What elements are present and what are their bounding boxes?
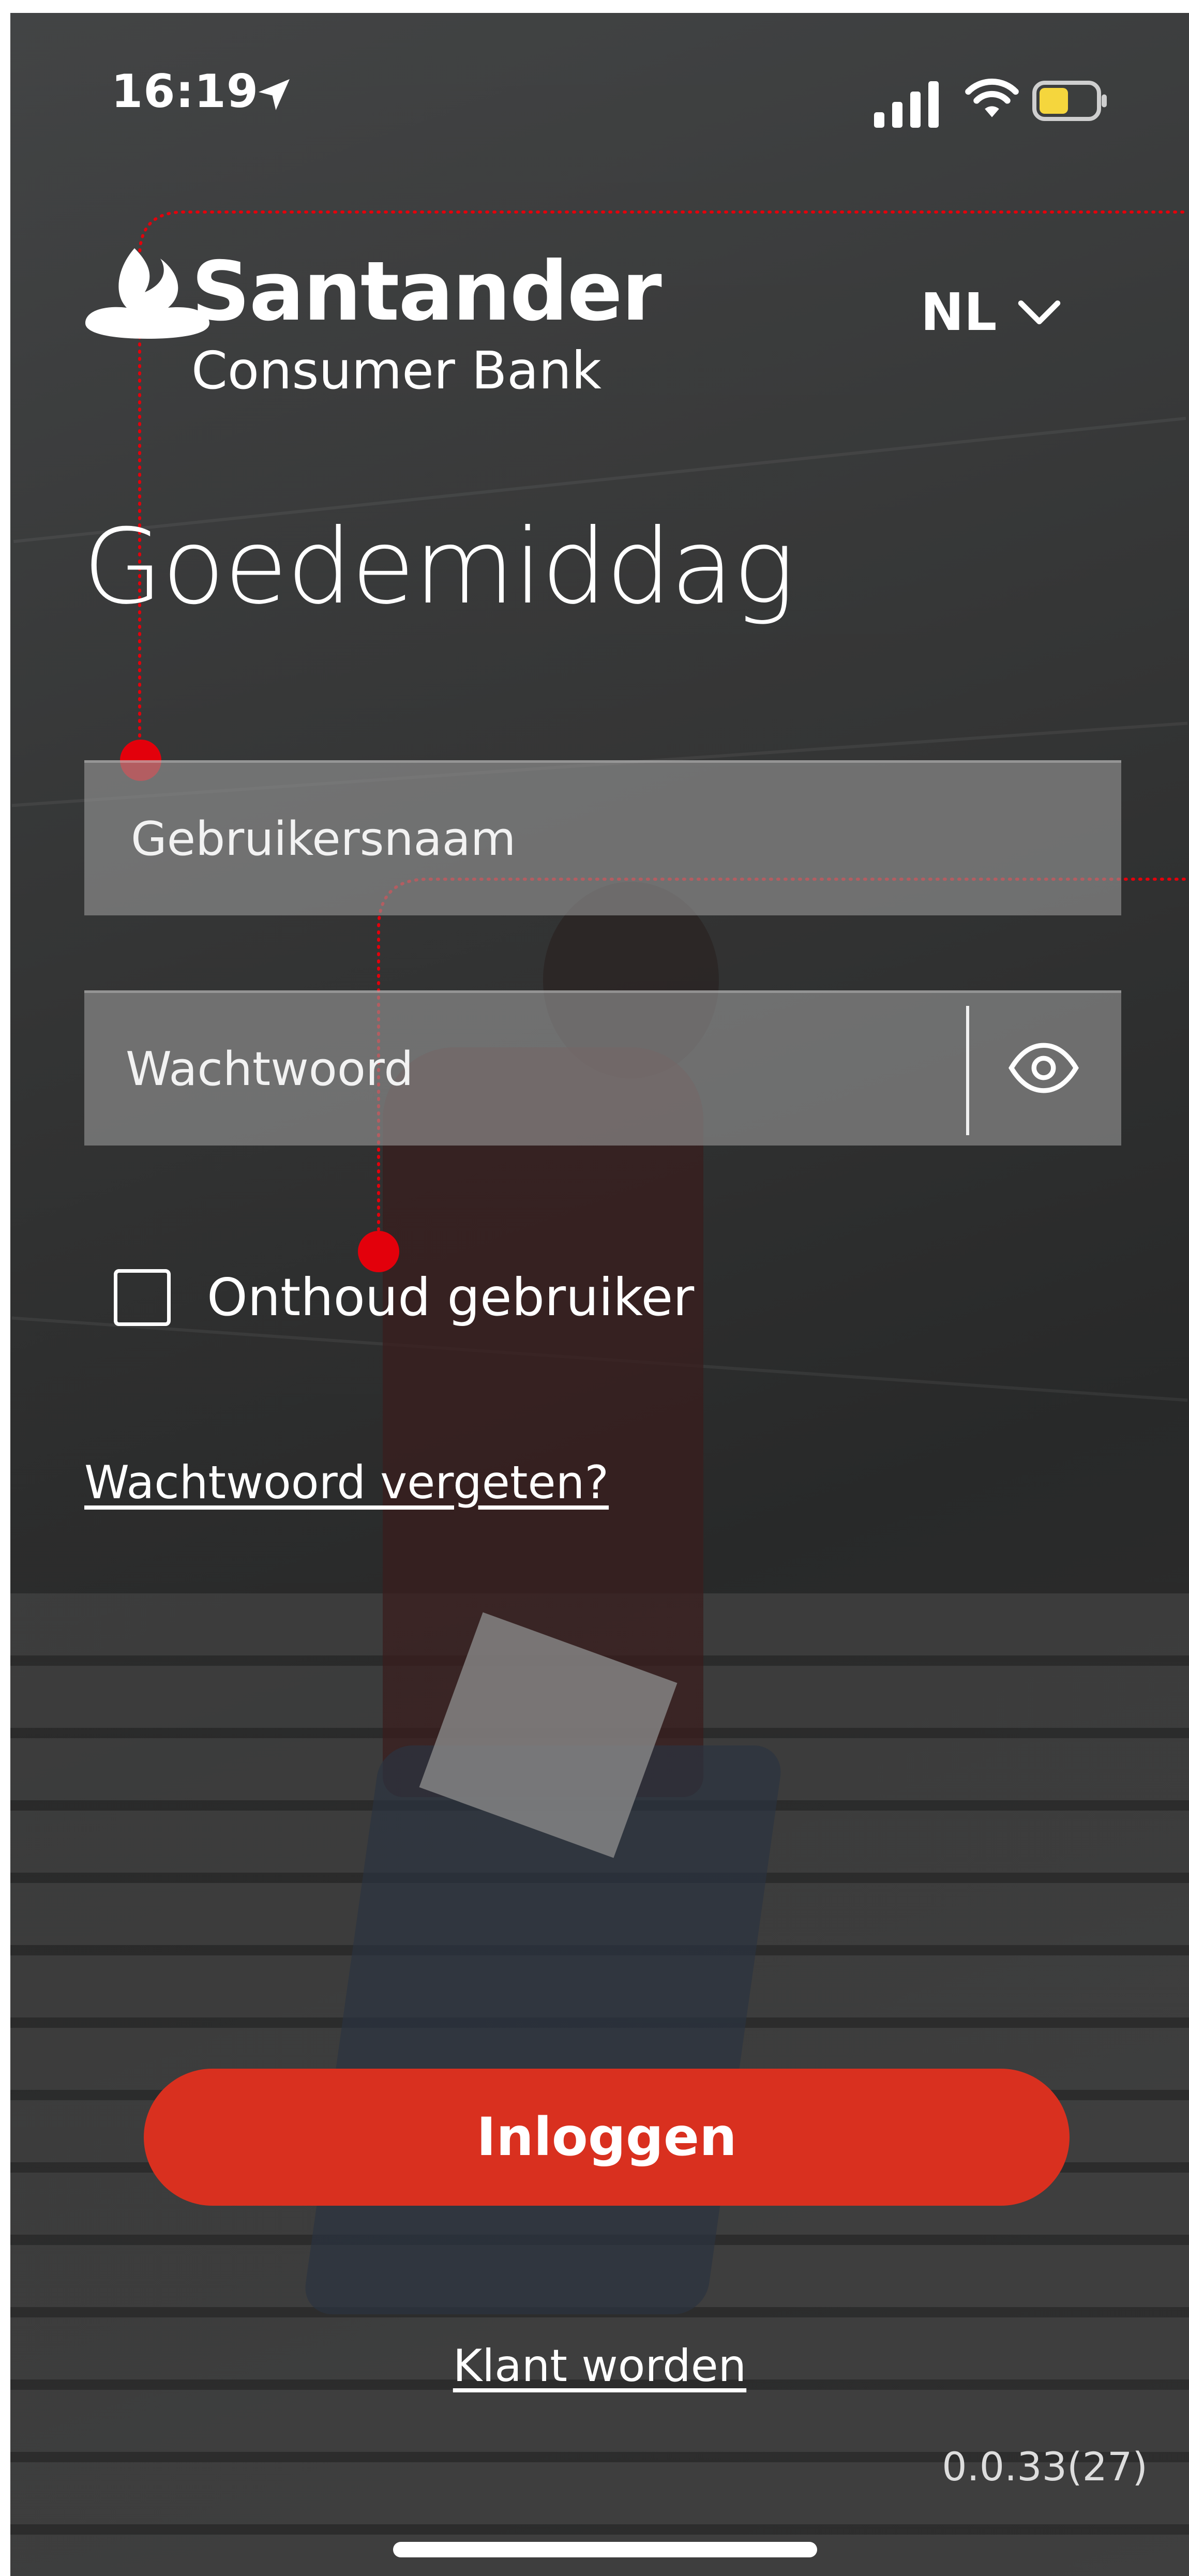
- password-field: [84, 990, 1121, 1146]
- language-selector[interactable]: NL: [921, 282, 1061, 342]
- chevron-down-icon: [1018, 300, 1061, 324]
- login-button[interactable]: Inloggen: [144, 2069, 1070, 2206]
- home-indicator[interactable]: [393, 2542, 817, 2557]
- cellular-signal-icon: [874, 81, 939, 128]
- eye-icon[interactable]: [1005, 1029, 1082, 1107]
- location-arrow-icon: [259, 79, 290, 110]
- remember-user-row[interactable]: Onthoud gebruiker: [114, 1267, 694, 1328]
- brand-subtitle: Consumer Bank: [191, 340, 601, 401]
- status-bar: 16:19: [10, 13, 1189, 137]
- password-divider: [966, 1006, 969, 1135]
- greeting-title: Goedemiddag: [83, 507, 795, 627]
- register-row: Klant worden: [10, 2340, 1189, 2392]
- status-time: 16:19: [111, 65, 259, 118]
- remember-user-checkbox[interactable]: [114, 1269, 171, 1326]
- password-input[interactable]: [84, 993, 964, 1146]
- username-input[interactable]: [84, 763, 1121, 915]
- app-screen: 16:19 Santander Consumer Bank NL Goedemi…: [10, 13, 1189, 2576]
- annotation-marker-remember: [358, 1231, 399, 1272]
- forgot-password-link[interactable]: Wachtwoord vergeten?: [84, 1456, 609, 1509]
- app-version: 0.0.33(27): [942, 2444, 1148, 2490]
- brand-name: Santander: [191, 244, 662, 339]
- remember-user-label: Onthoud gebruiker: [207, 1267, 695, 1328]
- annotation-guide-lines: [138, 210, 1189, 1253]
- battery-icon: [1032, 81, 1107, 121]
- username-field: [84, 760, 1121, 915]
- language-label: NL: [921, 282, 997, 342]
- wifi-icon: [965, 78, 1019, 117]
- become-customer-link[interactable]: Klant worden: [453, 2340, 746, 2392]
